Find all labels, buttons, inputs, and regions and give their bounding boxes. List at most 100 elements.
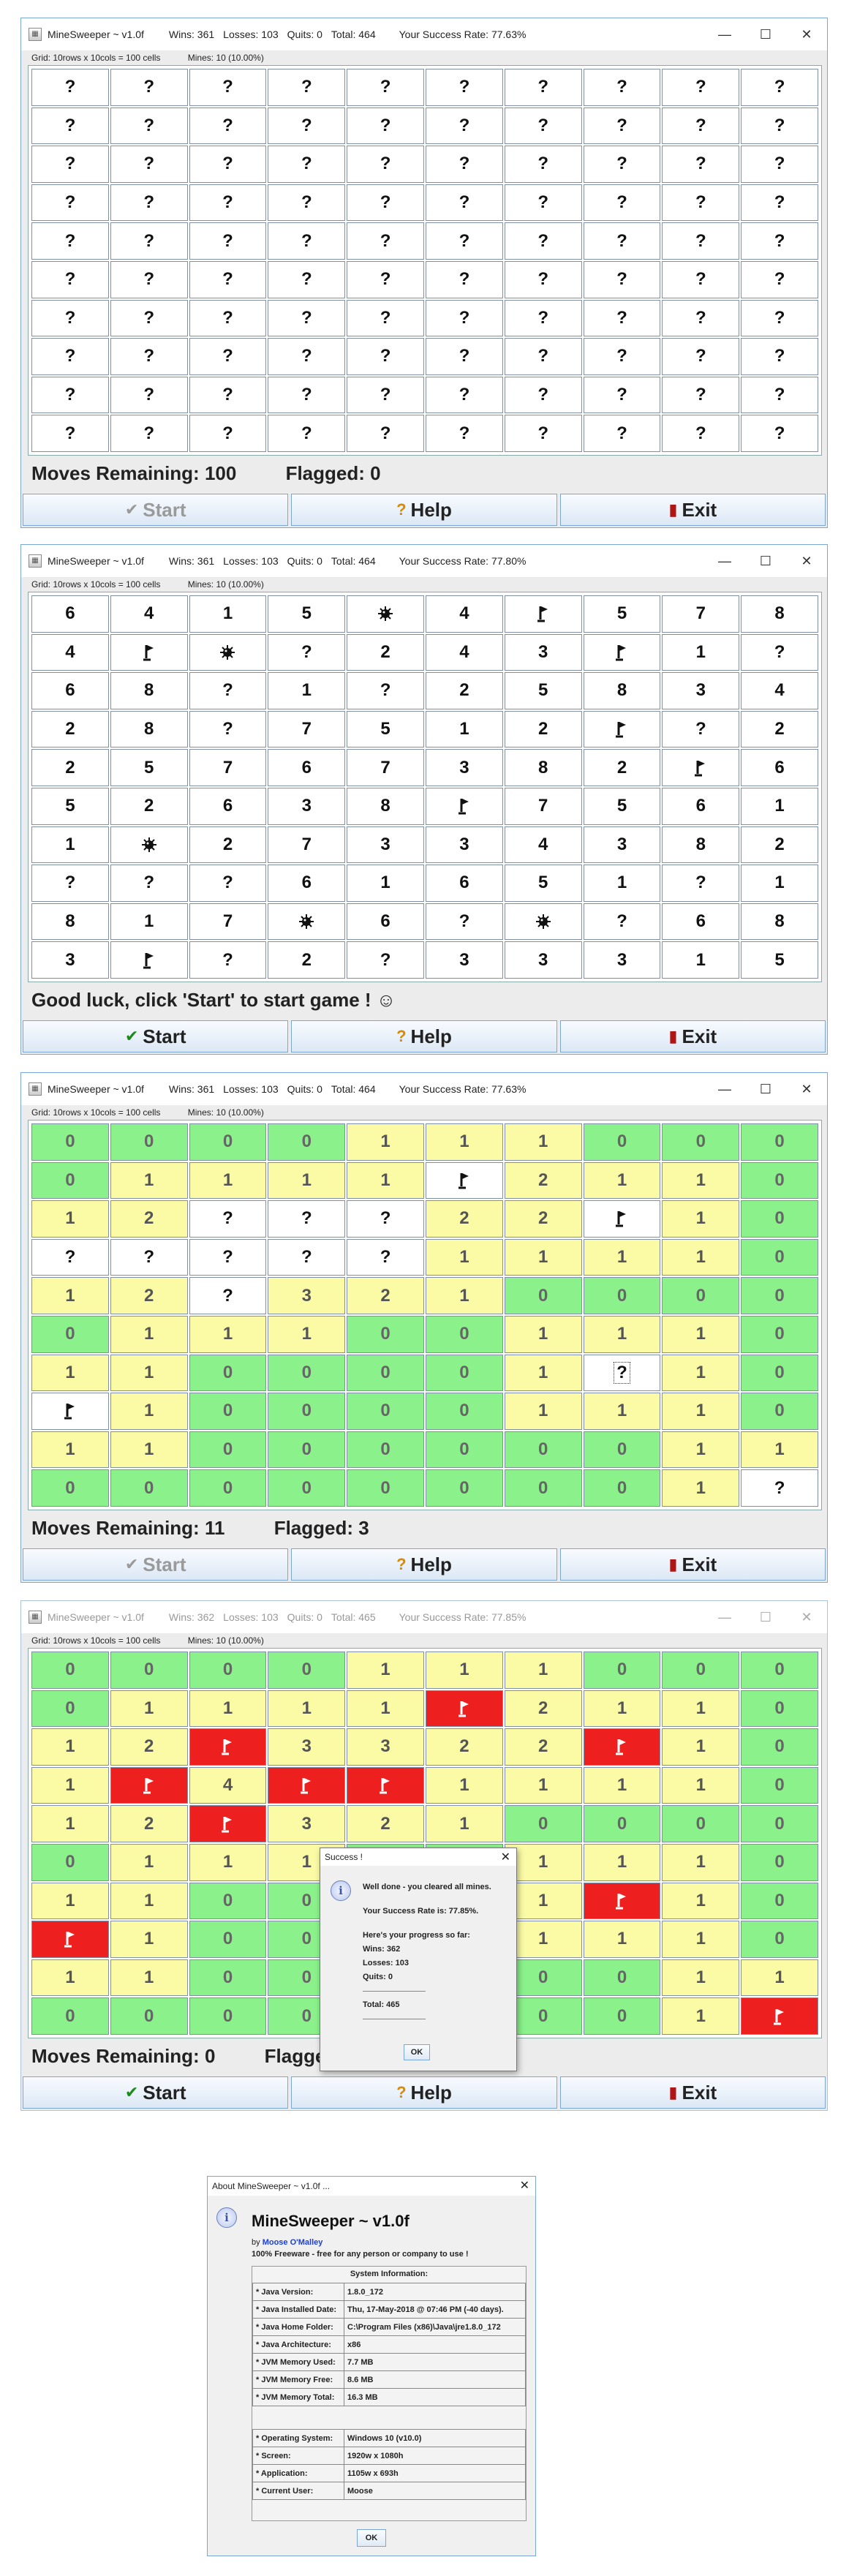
exit-button[interactable]: ▮ Exit bbox=[559, 2076, 826, 2109]
hidden-cell[interactable]: ? bbox=[268, 69, 346, 106]
number-cell[interactable]: 3 bbox=[268, 787, 346, 825]
hidden-cell[interactable]: ? bbox=[583, 415, 661, 452]
hidden-cell[interactable]: ? bbox=[268, 415, 346, 452]
maximize-icon[interactable]: ☐ bbox=[745, 545, 786, 577]
hidden-cell[interactable]: ? bbox=[189, 107, 267, 145]
flag-icon[interactable] bbox=[110, 633, 188, 671]
hidden-cell[interactable]: ? bbox=[268, 146, 346, 183]
number-cell[interactable]: 5 bbox=[31, 787, 109, 825]
hidden-cell[interactable]: ? bbox=[504, 69, 582, 106]
number-cell[interactable]: 1 bbox=[110, 1882, 188, 1920]
number-cell[interactable]: 7 bbox=[504, 787, 582, 825]
start-button[interactable]: ✔ Start bbox=[23, 1548, 289, 1581]
number-cell[interactable]: 5 bbox=[504, 672, 582, 709]
hidden-cell[interactable]: ? bbox=[347, 260, 424, 298]
number-cell[interactable]: 1 bbox=[31, 1959, 109, 1997]
number-cell[interactable]: 3 bbox=[268, 1728, 346, 1766]
number-cell[interactable]: 3 bbox=[347, 1728, 424, 1766]
number-cell[interactable]: 1 bbox=[662, 1393, 740, 1430]
hidden-cell[interactable]: ? bbox=[189, 222, 267, 260]
number-cell[interactable]: 1 bbox=[110, 1431, 188, 1469]
number-cell[interactable]: 0 bbox=[426, 1393, 503, 1430]
number-cell[interactable]: 2 bbox=[110, 1277, 188, 1314]
hidden-cell[interactable]: ? bbox=[31, 1238, 109, 1276]
number-cell[interactable]: 1 bbox=[662, 1469, 740, 1507]
number-cell[interactable]: 5 bbox=[583, 787, 661, 825]
number-cell[interactable]: 0 bbox=[583, 1123, 661, 1161]
number-cell[interactable]: 1 bbox=[662, 1315, 740, 1353]
number-cell[interactable]: 1 bbox=[426, 1766, 503, 1804]
hidden-cell[interactable]: ? bbox=[583, 376, 661, 414]
hidden-cell[interactable]: ? bbox=[426, 146, 503, 183]
number-cell[interactable]: 0 bbox=[347, 1393, 424, 1430]
number-cell[interactable]: 2 bbox=[741, 826, 818, 864]
hidden-cell[interactable]: ? bbox=[110, 184, 188, 222]
number-cell[interactable]: 4 bbox=[504, 826, 582, 864]
number-cell[interactable]: 3 bbox=[31, 941, 109, 979]
close-icon[interactable]: ✕ bbox=[786, 18, 827, 50]
number-cell[interactable]: 2 bbox=[347, 1277, 424, 1314]
hidden-cell[interactable]: ? bbox=[347, 941, 424, 979]
number-cell[interactable]: 0 bbox=[189, 1431, 267, 1469]
number-cell[interactable]: 0 bbox=[31, 1690, 109, 1728]
number-cell[interactable]: 3 bbox=[426, 941, 503, 979]
number-cell[interactable]: 1 bbox=[662, 1843, 740, 1881]
hidden-cell[interactable]: ? bbox=[426, 260, 503, 298]
hidden-cell[interactable]: ? bbox=[426, 338, 503, 375]
number-cell[interactable]: 0 bbox=[662, 1123, 740, 1161]
exit-button[interactable]: ▮ Exit bbox=[559, 1020, 826, 1052]
hidden-cell[interactable]: ? bbox=[741, 376, 818, 414]
number-cell[interactable]: 0 bbox=[189, 1921, 267, 1958]
number-cell[interactable]: 1 bbox=[741, 865, 818, 902]
hidden-cell[interactable]: ? bbox=[31, 260, 109, 298]
number-cell[interactable]: 5 bbox=[110, 749, 188, 786]
number-cell[interactable]: 1 bbox=[662, 1921, 740, 1958]
number-cell[interactable]: 6 bbox=[189, 787, 267, 825]
number-cell[interactable]: 0 bbox=[110, 1123, 188, 1161]
hidden-cell[interactable]: ? bbox=[662, 415, 740, 452]
number-cell[interactable]: 1 bbox=[347, 1161, 424, 1200]
hidden-cell[interactable]: ? bbox=[662, 865, 740, 902]
hidden-cell[interactable]: ? bbox=[189, 1238, 267, 1276]
hidden-cell[interactable]: ? bbox=[741, 633, 818, 671]
hidden-cell[interactable]: ? bbox=[662, 107, 740, 145]
number-cell[interactable]: 1 bbox=[110, 1843, 188, 1881]
number-cell[interactable]: 4 bbox=[31, 633, 109, 671]
number-cell[interactable]: 1 bbox=[347, 1123, 424, 1161]
flag-icon[interactable] bbox=[110, 941, 188, 979]
hidden-cell[interactable]: ? bbox=[426, 69, 503, 106]
title-bar[interactable]: ▦ MineSweeper ~ v1.0f Wins: 361 Losses: … bbox=[21, 545, 827, 577]
hidden-cell[interactable]: ? bbox=[583, 1354, 661, 1392]
hidden-cell[interactable]: ? bbox=[110, 260, 188, 298]
number-cell[interactable]: 0 bbox=[504, 1469, 582, 1507]
number-cell[interactable]: 5 bbox=[504, 865, 582, 902]
title-bar[interactable]: ▦ MineSweeper ~ v1.0f Wins: 362 Losses: … bbox=[21, 1601, 827, 1633]
number-cell[interactable]: 1 bbox=[504, 1354, 582, 1392]
number-cell[interactable]: 2 bbox=[110, 1805, 188, 1842]
number-cell[interactable]: 1 bbox=[31, 1354, 109, 1392]
number-cell[interactable]: 0 bbox=[347, 1354, 424, 1392]
number-cell[interactable]: 1 bbox=[426, 1238, 503, 1276]
hidden-cell[interactable]: ? bbox=[347, 415, 424, 452]
number-cell[interactable]: 0 bbox=[189, 1882, 267, 1920]
hidden-cell[interactable]: ? bbox=[426, 184, 503, 222]
number-cell[interactable]: 2 bbox=[110, 787, 188, 825]
hidden-cell[interactable]: ? bbox=[189, 69, 267, 106]
number-cell[interactable]: 1 bbox=[31, 1805, 109, 1842]
hidden-cell[interactable]: ? bbox=[347, 299, 424, 337]
number-cell[interactable]: 6 bbox=[426, 865, 503, 902]
number-cell[interactable]: 8 bbox=[110, 710, 188, 748]
number-cell[interactable]: 2 bbox=[31, 710, 109, 748]
number-cell[interactable]: 3 bbox=[583, 826, 661, 864]
number-cell[interactable]: 1 bbox=[31, 1277, 109, 1314]
number-cell[interactable]: 0 bbox=[741, 1766, 818, 1804]
number-cell[interactable]: 1 bbox=[583, 1161, 661, 1200]
number-cell[interactable]: 1 bbox=[504, 1393, 582, 1430]
hidden-cell[interactable]: ? bbox=[110, 222, 188, 260]
hidden-cell[interactable]: ? bbox=[347, 1238, 424, 1276]
number-cell[interactable]: 1 bbox=[189, 1690, 267, 1728]
dialog-title-bar[interactable]: Success ! ✕ bbox=[320, 1848, 516, 1866]
flag-icon[interactable] bbox=[583, 1882, 661, 1920]
number-cell[interactable]: 1 bbox=[31, 1200, 109, 1238]
hidden-cell[interactable]: ? bbox=[189, 338, 267, 375]
